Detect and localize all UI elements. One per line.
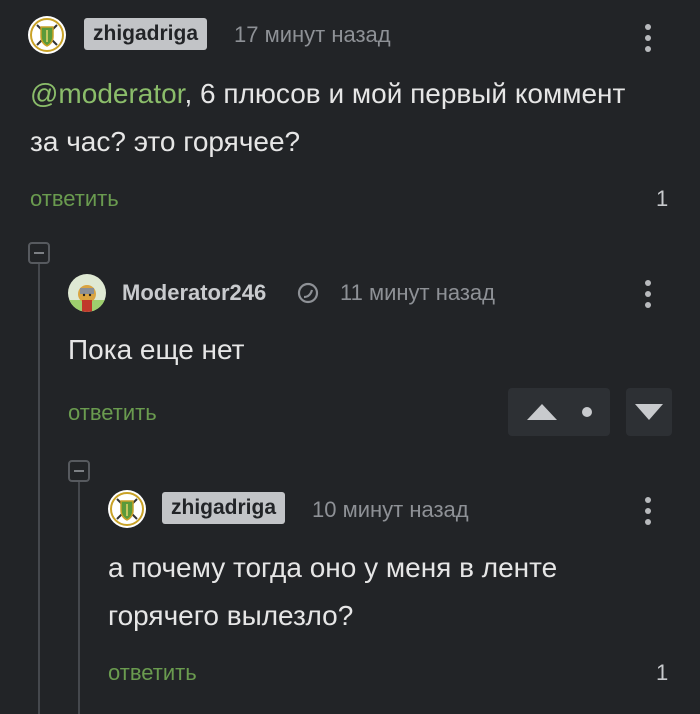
- username-badge[interactable]: zhigadriga: [84, 18, 208, 50]
- reply-button[interactable]: ответить: [30, 186, 119, 212]
- comment-text: Пока еще нет: [68, 334, 245, 365]
- thread-line[interactable]: [78, 478, 80, 714]
- downvote-button[interactable]: [626, 388, 672, 436]
- shield-crest-icon: [110, 492, 144, 526]
- triangle-up-icon[interactable]: [525, 402, 559, 422]
- shield-crest-icon: [30, 18, 64, 52]
- thread-line[interactable]: [38, 260, 40, 714]
- rating-dot-icon: [582, 407, 592, 417]
- reply-button[interactable]: ответить: [108, 660, 197, 686]
- comment-time: 17 минут назад: [234, 22, 391, 47]
- vertical-dots-icon: [645, 24, 651, 30]
- vertical-dots-icon: [645, 497, 651, 503]
- mention-link[interactable]: @moderator: [30, 78, 185, 109]
- comment-time: 10 минут назад: [312, 497, 469, 522]
- more-menu-button[interactable]: [644, 24, 652, 57]
- collapse-thread-button[interactable]: [28, 242, 50, 264]
- more-menu-button[interactable]: [644, 280, 652, 313]
- comment-text: а почему тогда оно у меня в ленте горяче…: [108, 552, 558, 631]
- user-avatar[interactable]: [68, 274, 106, 312]
- minus-box-icon: [74, 470, 84, 472]
- user-avatar[interactable]: [108, 490, 146, 528]
- replies-count[interactable]: 1: [656, 660, 668, 686]
- moon-badge-icon: [297, 282, 319, 304]
- comment-time: 11 минут назад: [340, 280, 495, 305]
- triangle-down-icon: [635, 404, 663, 420]
- vertical-dots-icon: [645, 280, 651, 286]
- user-avatar[interactable]: [28, 16, 66, 54]
- knight-icon: [68, 285, 106, 312]
- collapse-thread-button[interactable]: [68, 460, 90, 482]
- username-badge[interactable]: zhigadriga: [162, 492, 286, 524]
- reply-button[interactable]: ответить: [68, 400, 157, 426]
- minus-box-icon: [34, 252, 44, 254]
- username[interactable]: Moderator246: [122, 280, 266, 306]
- replies-count[interactable]: 1: [656, 186, 668, 212]
- vote-controls: [508, 388, 610, 436]
- more-menu-button[interactable]: [644, 497, 652, 530]
- comment-text: @moderator, 6 плюсов и мой первый коммен…: [30, 78, 626, 157]
